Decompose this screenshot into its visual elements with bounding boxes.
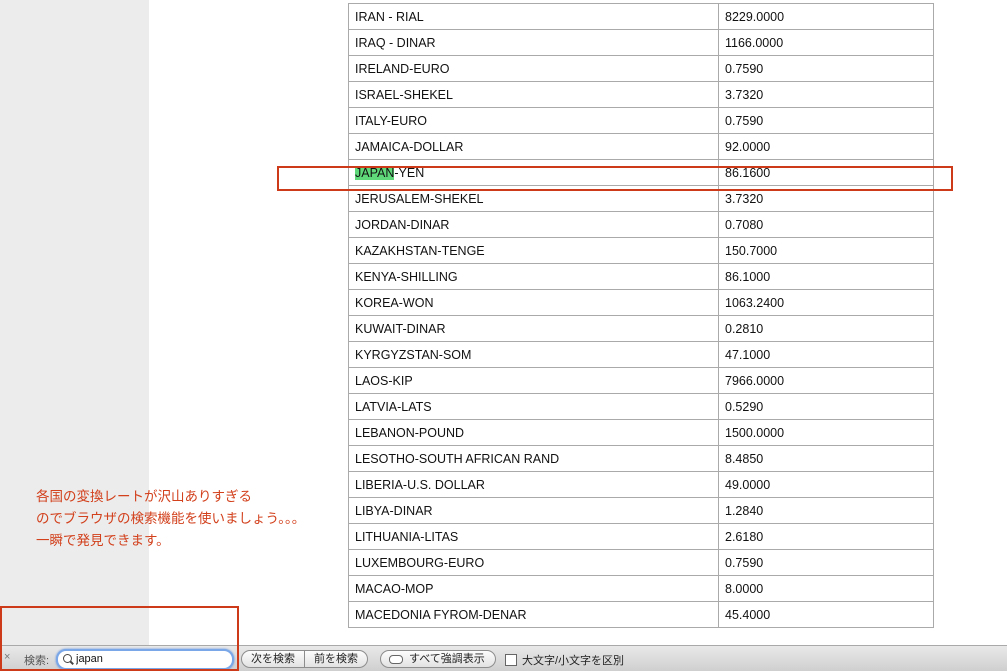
search-match-highlight: JAPAN: [355, 165, 395, 180]
annotation-note-line-1: 各国の変換レートが沢山ありすぎる: [36, 489, 252, 504]
rate-row: LEBANON-POUND 1500.0000: [348, 419, 934, 446]
rate-row: LITHUANIA-LITAS 2.6180: [348, 523, 934, 550]
close-find-bar-icon[interactable]: ×: [4, 651, 10, 663]
rate-value-cell: 0.7080: [718, 211, 934, 238]
rate-value-cell: 1.2840: [718, 497, 934, 524]
rate-value-cell: 8.0000: [718, 575, 934, 602]
currency-name-cell: IRELAND-EURO: [348, 55, 719, 82]
exchange-rate-table-body: IRAN - RIAL 8229.0000 IRAQ - DINAR 1166.000…: [348, 3, 934, 628]
currency-name-cell: ISRAEL-SHEKEL: [348, 81, 719, 108]
currency-name-cell: JORDAN-DINAR: [348, 211, 719, 238]
rate-value-cell: 1166.0000: [718, 29, 934, 56]
rate-value-cell: 2.6180: [718, 523, 934, 550]
rate-row: LAOS-KIP 7966.0000: [348, 367, 934, 394]
find-search-input[interactable]: [76, 652, 226, 666]
currency-name-cell: LIBYA-DINAR: [348, 497, 719, 524]
currency-name-cell: LEBANON-POUND: [348, 419, 719, 446]
currency-name-cell: JAMAICA-DOLLAR: [348, 133, 719, 160]
rate-value-cell: 0.7590: [718, 107, 934, 134]
rate-row: JAMAICA-DOLLAR 92.0000: [348, 133, 934, 160]
rate-row: JORDAN-DINAR 0.7080: [348, 211, 934, 238]
rate-row: MACEDONIA FYROM-DENAR 45.4000: [348, 601, 934, 628]
annotation-note-line-3: 一瞬で発見できます。: [36, 533, 170, 548]
rate-row: KYRGYZSTAN-SOM 47.1000: [348, 341, 934, 368]
currency-name-cell: ITALY-EURO: [348, 107, 719, 134]
currency-name-cell: JERUSALEM-SHEKEL: [348, 185, 719, 212]
exchange-rate-table: IRAN - RIAL 8229.0000 IRAQ - DINAR 1166.000…: [348, 3, 934, 628]
currency-name-cell: KAZAKHSTAN-TENGE: [348, 237, 719, 264]
rate-row: JERUSALEM-SHEKEL 3.7320: [348, 185, 934, 212]
rate-value-cell: 7966.0000: [718, 367, 934, 394]
currency-name-cell: JAPAN-YEN: [348, 159, 719, 186]
highlight-all-button[interactable]: すべて強調表示: [380, 650, 496, 668]
match-case-label: 大文字/小文字を区別: [522, 655, 625, 667]
rate-row: LATVIA-LATS 0.5290: [348, 393, 934, 420]
find-search-box[interactable]: [56, 649, 234, 670]
currency-name-cell: KYRGYZSTAN-SOM: [348, 341, 719, 368]
rate-row: ISRAEL-SHEKEL 3.7320: [348, 81, 934, 108]
find-label: 検索:: [24, 655, 50, 667]
currency-name-cell: LAOS-KIP: [348, 367, 719, 394]
annotation-note-line-2: のでブラウザの検索機能を使いましょう。。。: [36, 511, 306, 526]
find-next-button[interactable]: 次を検索: [242, 651, 304, 667]
rate-value-cell: 3.7320: [718, 81, 934, 108]
currency-name-cell: IRAQ - DINAR: [348, 29, 719, 56]
rate-row: ITALY-EURO 0.7590: [348, 107, 934, 134]
rate-value-cell: 8.4850: [718, 445, 934, 472]
currency-name-cell: MACEDONIA FYROM-DENAR: [348, 601, 719, 628]
rate-row: LUXEMBOURG-EURO 0.7590: [348, 549, 934, 576]
magnifier-icon: [63, 654, 72, 663]
match-case-option[interactable]: 大文字/小文字を区別: [505, 652, 624, 668]
rate-value-cell: 92.0000: [718, 133, 934, 160]
rate-value-cell: 0.2810: [718, 315, 934, 342]
rate-row: KAZAKHSTAN-TENGE 150.7000: [348, 237, 934, 264]
rate-row: IRELAND-EURO 0.7590: [348, 55, 934, 82]
currency-name-cell: LITHUANIA-LITAS: [348, 523, 719, 550]
rate-value-cell: 45.4000: [718, 601, 934, 628]
rate-value-cell: 1500.0000: [718, 419, 934, 446]
annotation-note: 各国の変換レートが沢山ありすぎる のでブラウザの検索機能を使いましょう。。。 一…: [36, 486, 305, 552]
rate-row: IRAN - RIAL 8229.0000: [348, 3, 934, 30]
rate-value-cell: 8229.0000: [718, 3, 934, 30]
rate-row: IRAQ - DINAR 1166.0000: [348, 29, 934, 56]
find-nav-buttons: 次を検索 前を検索: [241, 650, 368, 668]
rate-row: KENYA-SHILLING 86.1000: [348, 263, 934, 290]
currency-name-cell: IRAN - RIAL: [348, 3, 719, 30]
currency-name-cell: LATVIA-LATS: [348, 393, 719, 420]
rate-row: KOREA-WON 1063.2400: [348, 289, 934, 316]
rate-value-cell: 86.1000: [718, 263, 934, 290]
rate-value-cell: 86.1600: [718, 159, 934, 186]
rate-value-cell: 150.7000: [718, 237, 934, 264]
rate-row: LIBERIA-U.S. DOLLAR 49.0000: [348, 471, 934, 498]
rate-row: LESOTHO-SOUTH AFRICAN RAND 8.4850: [348, 445, 934, 472]
rate-value-cell: 1063.2400: [718, 289, 934, 316]
currency-name-cell: KENYA-SHILLING: [348, 263, 719, 290]
currency-name-rest: -YEN: [394, 165, 425, 180]
rate-value-cell: 3.7320: [718, 185, 934, 212]
rate-row: JAPAN-YEN 86.1600: [348, 159, 934, 186]
rate-value-cell: 49.0000: [718, 471, 934, 498]
currency-name-cell: MACAO-MOP: [348, 575, 719, 602]
rate-value-cell: 47.1000: [718, 341, 934, 368]
currency-name-cell: KUWAIT-DINAR: [348, 315, 719, 342]
rate-row: LIBYA-DINAR 1.2840: [348, 497, 934, 524]
match-case-checkbox[interactable]: [505, 654, 517, 666]
highlight-toggle-icon: [389, 654, 403, 664]
find-bar: × 検索: 次を検索 前を検索 すべて強調表示 大文字/小文字を区別: [0, 645, 1007, 671]
currency-name-cell: LESOTHO-SOUTH AFRICAN RAND: [348, 445, 719, 472]
currency-name-cell: KOREA-WON: [348, 289, 719, 316]
find-previous-button[interactable]: 前を検索: [304, 651, 367, 667]
currency-name-cell: LUXEMBOURG-EURO: [348, 549, 719, 576]
currency-name-cell: LIBERIA-U.S. DOLLAR: [348, 471, 719, 498]
highlight-all-label: すべて強調表示: [409, 652, 485, 665]
rate-value-cell: 0.5290: [718, 393, 934, 420]
rate-row: MACAO-MOP 8.0000: [348, 575, 934, 602]
rate-row: KUWAIT-DINAR 0.2810: [348, 315, 934, 342]
rate-value-cell: 0.7590: [718, 549, 934, 576]
rate-value-cell: 0.7590: [718, 55, 934, 82]
